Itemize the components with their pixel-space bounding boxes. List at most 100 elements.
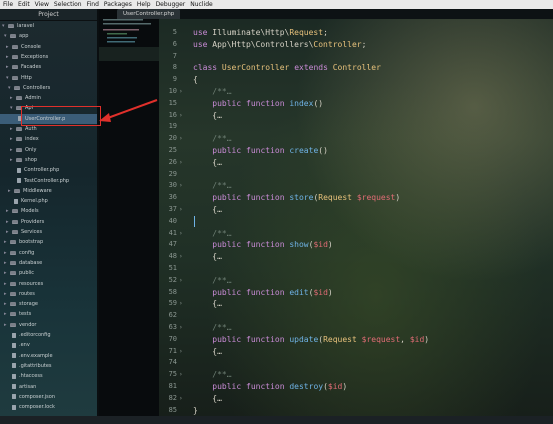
code-text: } xyxy=(193,405,198,415)
folder-icon xyxy=(12,75,18,80)
tree-item-label: config xyxy=(19,249,35,256)
tree-folder-exceptions[interactable]: ▸ Exceptions xyxy=(0,52,97,62)
tree-file-artisan[interactable]: artisan xyxy=(0,382,97,392)
tree-item-label: .env.example xyxy=(19,352,53,359)
tree-item-label: Services xyxy=(21,229,43,235)
annotation-arrow-icon xyxy=(99,99,158,122)
tree-folder-controllers[interactable]: ▾ Controllers xyxy=(0,83,97,93)
tree-file-composer-lock[interactable]: composer.lock xyxy=(0,402,97,412)
tree-folder-public[interactable]: ▸ public xyxy=(0,268,97,278)
tree-file-composer-json[interactable]: composer.json xyxy=(0,392,97,402)
menu-item-packages[interactable]: Packages xyxy=(104,0,132,9)
file-icon xyxy=(12,394,16,400)
folder-icon xyxy=(16,127,22,131)
tree-item-label: public xyxy=(19,270,35,277)
tree-item-label: .env xyxy=(19,342,30,349)
folder-icon xyxy=(10,291,16,296)
tree-file-env[interactable]: .env xyxy=(0,340,97,350)
tree-item-label: shop xyxy=(25,156,38,163)
tree-file-gitattributes[interactable]: .gitattributes xyxy=(0,361,97,371)
menu-item-debugger[interactable]: Debugger xyxy=(156,0,186,9)
tree-file-kernel-php[interactable]: Kernel.php xyxy=(0,196,97,206)
menu-item-edit[interactable]: Edit xyxy=(18,0,30,9)
folder-icon xyxy=(10,281,16,286)
editor-tab-usercontroller[interactable]: UserController.php xyxy=(117,9,181,19)
file-icon xyxy=(12,384,16,389)
tree-item-label: storage xyxy=(19,301,38,308)
tree-folder-admin[interactable]: ▸ Admin xyxy=(0,93,97,103)
tree-folder-vendor[interactable]: ▸ vendor xyxy=(0,320,97,330)
tree-folder-config[interactable]: ▸ config xyxy=(0,248,97,258)
folder-icon xyxy=(10,240,16,245)
tree-item-label: Middleware xyxy=(23,187,52,194)
folder-icon xyxy=(12,54,18,59)
folder-icon xyxy=(10,322,16,327)
tree-file-htaccess[interactable]: .htaccess xyxy=(0,371,97,381)
tree-item-label: Only xyxy=(25,146,37,153)
tree-folder-middleware[interactable]: ▸ Middleware xyxy=(0,186,97,196)
tree-item-label: index xyxy=(25,136,39,143)
folder-icon xyxy=(8,24,14,28)
folder-icon xyxy=(14,85,20,90)
tree-folder-resources[interactable]: ▸ resources xyxy=(0,279,97,289)
menu-item-find[interactable]: Find xyxy=(87,0,99,9)
menu-item-help[interactable]: Help xyxy=(137,0,151,9)
file-icon xyxy=(12,353,16,359)
minimap[interactable] xyxy=(99,9,159,416)
tree-folder-services[interactable]: ▸ Services xyxy=(0,227,97,237)
folder-icon xyxy=(12,44,18,49)
folder-icon xyxy=(16,147,22,152)
folder-icon xyxy=(12,219,18,224)
tree-file-testcontroller-php[interactable]: TestController.php xyxy=(0,176,97,186)
tree-folder-console[interactable]: ▸ Console xyxy=(0,42,97,52)
tree-item-label: resources xyxy=(19,280,44,287)
tree-item-label: Http xyxy=(21,74,32,81)
tree-item-label: laravel xyxy=(17,23,34,29)
folder-icon xyxy=(12,230,18,234)
folder-icon xyxy=(10,250,16,255)
file-icon xyxy=(17,178,21,183)
tree-item-label: composer.lock xyxy=(19,404,55,411)
folder-icon xyxy=(12,65,18,70)
annotation-highlight-box xyxy=(21,106,101,126)
project-tree: Project ▾ laravel ▾ app ▸ Console ▸ Exceptions ▸… xyxy=(0,9,97,416)
tree-folder-database[interactable]: ▸ database xyxy=(0,258,97,268)
tree-file-env-example[interactable]: .env.example xyxy=(0,351,97,361)
tree-folder-index[interactable]: ▸ index xyxy=(0,134,97,144)
folder-icon xyxy=(10,302,16,307)
tree-item-label: .htaccess xyxy=(19,373,43,380)
folder-icon xyxy=(10,34,16,39)
tree-folder-storage[interactable]: ▸ storage xyxy=(0,299,97,309)
menu-bar: File Edit View Selection Find Packages Help Deb… xyxy=(0,0,553,9)
tree-item-label: database xyxy=(19,259,43,266)
tree-item-label: composer.json xyxy=(19,393,56,400)
tree-item-label: Console xyxy=(21,43,41,50)
tree-folder-bootstrap[interactable]: ▸ bootstrap xyxy=(0,237,97,247)
tree-item-label: app xyxy=(19,33,29,40)
menu-item-view[interactable]: View xyxy=(35,0,49,9)
menu-item-nuclide[interactable]: Nuclide xyxy=(190,0,212,9)
tree-item-label: Facades xyxy=(21,64,42,71)
tree-folder-tests[interactable]: ▸ tests xyxy=(0,309,97,319)
tree-item-label: Exceptions xyxy=(21,53,49,60)
tree-folder-providers[interactable]: ▸ Providers xyxy=(0,217,97,227)
code-line[interactable]: 85} xyxy=(159,403,553,416)
tree-folder-only[interactable]: ▸ Only xyxy=(0,145,97,155)
tree-folder-shop[interactable]: ▸ shop xyxy=(0,155,97,165)
tree-folder-models[interactable]: ▸ Models xyxy=(0,206,97,216)
folder-icon xyxy=(10,260,16,265)
tree-file-controller-php[interactable]: Controller.php xyxy=(0,165,97,175)
tree-item-label: bootstrap xyxy=(19,239,44,246)
tree-folder-app[interactable]: ▾ app xyxy=(0,31,97,41)
tree-file-editorconfig[interactable]: .editorconfig xyxy=(0,330,97,340)
tree-folder-facades[interactable]: ▸ Facades xyxy=(0,62,97,72)
menu-item-selection[interactable]: Selection xyxy=(54,0,82,9)
tree-folder-laravel[interactable]: ▾ laravel xyxy=(0,21,97,31)
project-panel-title: Project xyxy=(0,9,97,21)
code-editor[interactable]: 5 use Illuminate\Http\Request; 6 use App\Ht… xyxy=(159,19,553,416)
tree-folder-routes[interactable]: ▸ routes xyxy=(0,289,97,299)
tree-folder-http[interactable]: ▾ Http xyxy=(0,73,97,83)
tree-item-label: Models xyxy=(21,208,39,215)
menu-item-file[interactable]: File xyxy=(3,0,13,9)
file-icon xyxy=(14,198,18,204)
